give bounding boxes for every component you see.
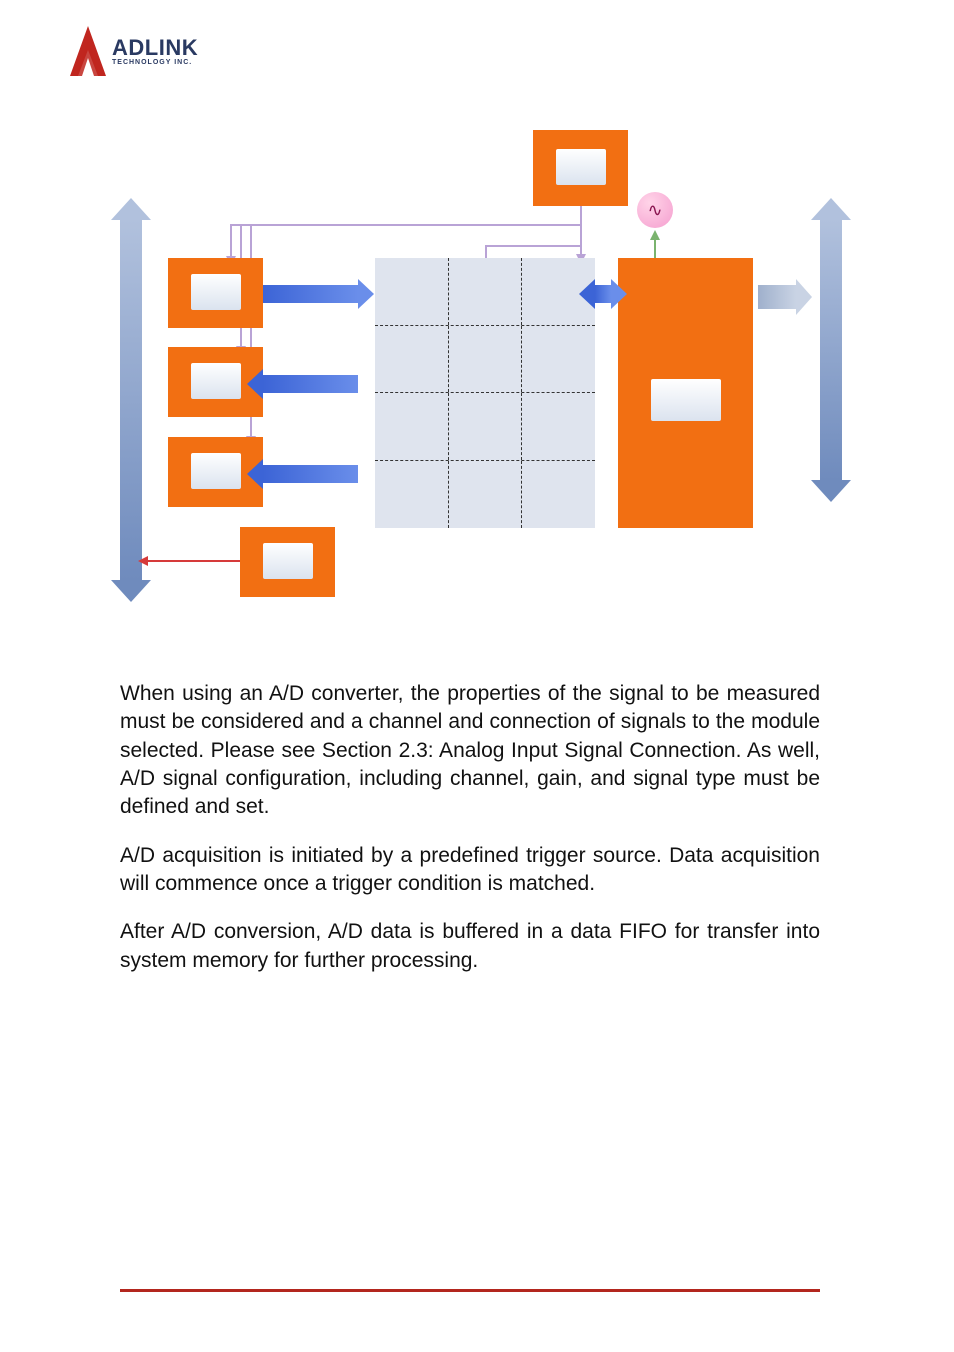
paragraph: After A/D conversion, A/D data is buffer… (120, 918, 820, 975)
bus-right-arrow-icon (820, 220, 842, 480)
interrupt-block (240, 527, 335, 597)
block-diagram: ∿ (120, 130, 860, 610)
oscillator-icon: ∿ (637, 192, 673, 228)
switch-matrix (375, 258, 595, 528)
adc-block (618, 258, 753, 528)
bus-left-arrow-icon (120, 220, 142, 580)
data-arrow-icon (263, 465, 358, 483)
brand-logo: ADLINK TECHNOLOGY INC. (70, 26, 198, 76)
data-arrow-icon (263, 375, 358, 393)
data-arrow-icon (263, 285, 358, 303)
logo-mark-icon (70, 26, 106, 76)
data-arrow-icon (595, 285, 611, 303)
control-line (230, 224, 580, 226)
paragraph: A/D acquisition is initiated by a predef… (120, 842, 820, 899)
control-line (580, 206, 582, 258)
control-line (485, 245, 580, 247)
control-line (485, 245, 487, 258)
analog-in-arrow-icon (758, 285, 796, 309)
clock-line (654, 240, 656, 258)
fifo-block (168, 258, 263, 328)
interrupt-line (146, 560, 240, 562)
logo-sub: TECHNOLOGY INC. (112, 59, 198, 66)
arrow-left-icon (138, 556, 148, 566)
paragraph: When using an A/D converter, the propert… (120, 680, 820, 822)
logo-name: ADLINK (112, 37, 198, 59)
trigger-block (533, 130, 628, 206)
body-text: When using an A/D converter, the propert… (120, 680, 820, 995)
control-line (230, 224, 232, 258)
arrow-up-icon (650, 230, 660, 240)
page: ADLINK TECHNOLOGY INC. (0, 0, 954, 1352)
footer-rule (120, 1289, 820, 1292)
logo-text: ADLINK TECHNOLOGY INC. (112, 37, 198, 66)
